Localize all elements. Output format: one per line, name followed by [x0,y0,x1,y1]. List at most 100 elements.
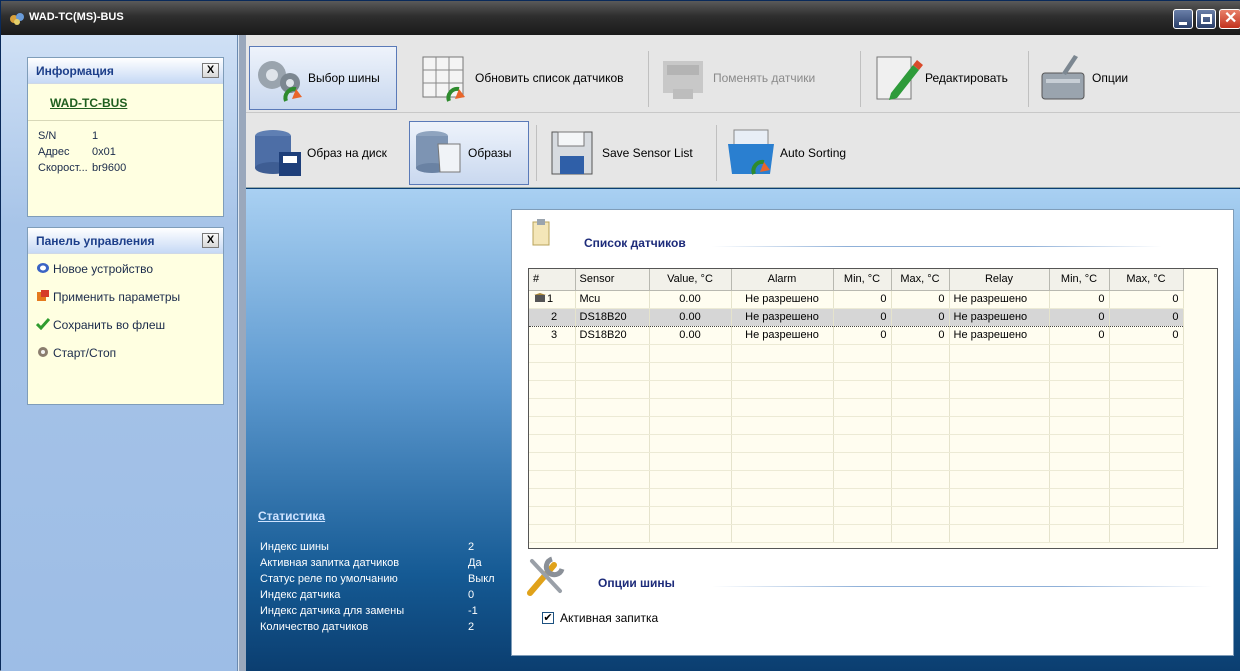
value-cell: 0.00 [649,326,732,345]
statistics-panel: Статистика Индекс шины 2 Активная запитка… [258,509,508,637]
toolbar-button-label: Auto Sorting [780,146,847,160]
stat-row: Индекс датчика 0 [258,589,508,605]
divider [712,246,1162,247]
column-header[interactable]: # [529,269,576,291]
image-to-disk-button[interactable]: Образ на диск [249,121,405,185]
empty-row [529,488,1184,507]
toolbar-button-label: Редактировать [925,71,1008,85]
panel-item-label: Новое устройство [53,262,154,276]
checkmark-icon [36,318,50,330]
stat-row: Индекс датчика для замены -1 [258,605,508,621]
active-power-label[interactable]: Активная запитка [560,611,658,625]
alarm-cell: Не разрешено [731,290,834,309]
control-panel-close-button[interactable]: X [202,233,219,248]
info-value: br9600 [92,162,127,174]
sensor-card: Список датчиков # Sensor Value, °C Alarm… [511,209,1234,656]
select-bus-button[interactable]: Выбор шины [249,46,397,110]
table-row-selected[interactable]: 2 DS18B20 0.00 Не разрешено 0 0 Не разре… [529,307,1184,327]
empty-row [529,344,1184,363]
folders-sort-icon [728,129,774,175]
column-header[interactable]: Max, °C [891,269,950,291]
empty-row [529,434,1184,453]
column-header[interactable]: Sensor [575,269,650,291]
column-header[interactable]: Relay [949,269,1050,291]
alarm-cell: Не разрешено [731,307,834,327]
grid-refresh-icon [422,56,465,102]
toolbar-separator [648,51,649,107]
info-box-header[interactable]: Информация X [28,58,223,84]
stat-key: Индекс датчика для замены [260,605,405,617]
toolbar-separator [536,125,537,181]
refresh-sensors-button[interactable]: Обновить список датчиков [417,46,645,110]
options-button[interactable]: Опции [1034,46,1164,110]
maximize-button[interactable] [1196,9,1216,29]
apply-params-icon [37,290,49,301]
empty-row [529,398,1184,417]
minimize-button[interactable] [1173,9,1193,29]
panel-item-save-flash[interactable]: Сохранить во флеш [36,318,165,332]
relay-max-cell: 0 [1109,307,1184,327]
main-content: Статистика Индекс шины 2 Активная запитка… [246,189,1240,671]
stat-value: 2 [468,541,475,553]
auto-sorting-button[interactable]: Auto Sorting [722,121,872,185]
swap-sensors-button: Поменять датчики [655,46,855,110]
active-power-checkbox[interactable]: ✔ [542,612,554,624]
title-bar[interactable]: WAD-TC(MS)-BUS ✕ [1,1,1240,35]
device-link[interactable]: WAD-TC-BUS [50,96,127,110]
toolbar-separator [1028,51,1029,107]
sensor-cell: DS18B20 [575,307,650,327]
table-row[interactable]: 3 DS18B20 0.00 Не разрешено 0 0 Не разре… [529,326,1184,345]
panel-item-start-stop[interactable]: Старт/Стоп [36,346,116,360]
info-box-close-button[interactable]: X [202,63,219,78]
alarm-min-cell: 0 [833,307,892,327]
alarm-max-cell: 0 [891,326,950,345]
swap-sensors-icon [663,61,703,99]
splitter[interactable] [238,35,246,671]
toolbar-button-label: Поменять датчики [713,71,816,85]
toolbar-button-label: Образ на диск [307,146,387,160]
save-sensor-list-button[interactable]: Save Sensor List [544,121,712,185]
divider [712,586,1212,587]
empty-row [529,524,1184,543]
relay-max-cell: 0 [1109,326,1184,345]
window-title: WAD-TC(MS)-BUS [29,11,124,23]
control-panel-header[interactable]: Панель управления X [28,228,223,254]
column-header[interactable]: Alarm [731,269,834,291]
table-row[interactable]: 1 Mcu 0.00 Не разрешено 0 0 Не разрешено… [529,290,1184,309]
stat-row: Активная запитка датчиков Да [258,557,508,573]
column-header[interactable]: Min, °C [833,269,892,291]
toolbar-button-label: Save Sensor List [602,146,693,160]
images-button[interactable]: Образы [409,121,529,185]
panel-item-apply-params[interactable]: Применить параметры [36,290,180,304]
toolbar-separator [860,51,861,107]
database-save-icon [255,130,301,176]
minimize-icon [1179,22,1187,25]
toolbox-icon [1041,55,1085,100]
stat-value: Выкл [468,573,495,585]
info-key: Адрес [38,146,70,158]
relay-min-cell: 0 [1049,290,1110,309]
sensor-grid[interactable]: # Sensor Value, °C Alarm Min, °C Max, °C… [528,268,1218,549]
stat-value: -1 [468,605,478,617]
stat-key: Активная запитка датчиков [260,557,400,569]
app-icon [10,13,24,25]
column-header[interactable]: Min, °C [1049,269,1110,291]
column-header[interactable]: Max, °C [1109,269,1184,291]
info-key: Скорост... [38,162,88,174]
statistics-title[interactable]: Статистика [258,509,508,523]
tools-icon [527,556,565,596]
value-cell: 0.00 [649,307,732,327]
info-value: 0x01 [92,146,116,158]
close-button[interactable]: ✕ [1219,9,1240,29]
column-header[interactable]: Value, °C [649,269,732,291]
panel-item-new-device[interactable]: Новое устройство [36,262,153,276]
empty-row [529,380,1184,399]
stat-value: Да [468,557,482,569]
relay-min-cell: 0 [1049,307,1110,327]
edit-button[interactable]: Редактировать [867,46,1027,110]
empty-row [529,416,1184,435]
divider [28,120,223,121]
info-row-sn: S/N 1 [38,130,98,142]
new-device-icon [37,263,49,273]
mcu-chip-icon [534,293,546,302]
